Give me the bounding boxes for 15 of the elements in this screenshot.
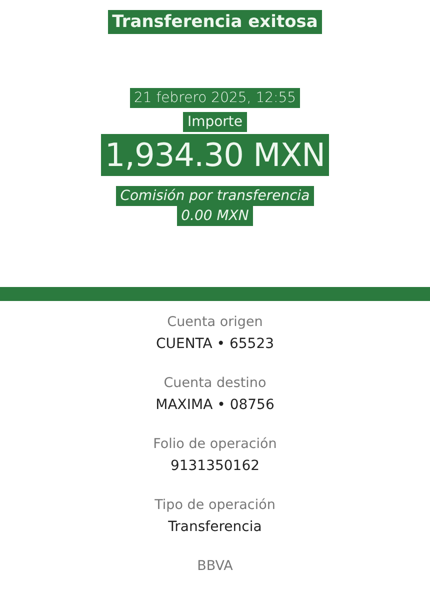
detail-label: Folio de operación	[153, 435, 277, 454]
detail-value: CUENTA • 65523	[156, 335, 274, 354]
fee-value: 0.00 MXN	[177, 206, 253, 226]
detail-label: Cuenta origen	[167, 313, 263, 332]
detail-label: Cuenta destino	[164, 374, 266, 393]
success-title: Transferencia exitosa	[108, 10, 322, 34]
detail-label: Tipo de operación	[154, 496, 276, 515]
amount-value: 1,934.30 MXN	[100, 134, 330, 176]
bank-name: BBVA	[197, 557, 233, 576]
amount-label: Importe	[183, 112, 247, 132]
fee-label: Comisión por transferencia	[116, 186, 314, 206]
detail-value: 9131350162	[170, 457, 260, 476]
detail-value: Transferencia	[168, 518, 262, 537]
detail-value: MAXIMA • 08756	[156, 396, 274, 415]
transfer-date: 21 febrero 2025, 12:55	[130, 88, 300, 108]
